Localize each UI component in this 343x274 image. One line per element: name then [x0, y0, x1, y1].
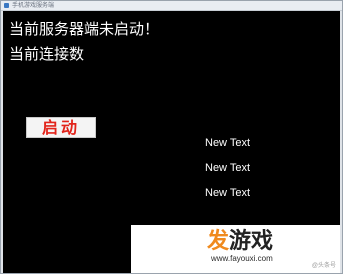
watermark: 发游戏 www.fayouxi.com @头条号 — [131, 225, 340, 273]
app-window: 手机游戏服务端 当前服务器端未启动！ 当前连接数 启动 New Text New… — [0, 0, 343, 274]
watermark-url: www.fayouxi.com — [211, 254, 273, 263]
watermark-logo: 发游戏 — [207, 229, 273, 255]
text-label-2: New Text — [205, 162, 251, 174]
text-label-3: New Text — [205, 187, 251, 199]
connection-count-label: 当前连接数 — [9, 45, 85, 63]
watermark-logo-text: 游戏 — [229, 229, 274, 254]
app-icon — [4, 3, 9, 8]
start-button[interactable]: 启动 — [26, 117, 96, 138]
watermark-credit: @头条号 — [311, 263, 336, 269]
watermark-logo-accent: 发 — [207, 229, 230, 254]
text-label-1: New Text — [205, 137, 251, 149]
window-title: 手机游戏服务端 — [12, 2, 55, 9]
server-status-text: 当前服务器端未启动！ — [9, 20, 160, 38]
title-bar: 手机游戏服务端 — [1, 1, 342, 11]
game-view: 当前服务器端未启动！ 当前连接数 启动 New Text New Text Ne… — [3, 11, 340, 273]
